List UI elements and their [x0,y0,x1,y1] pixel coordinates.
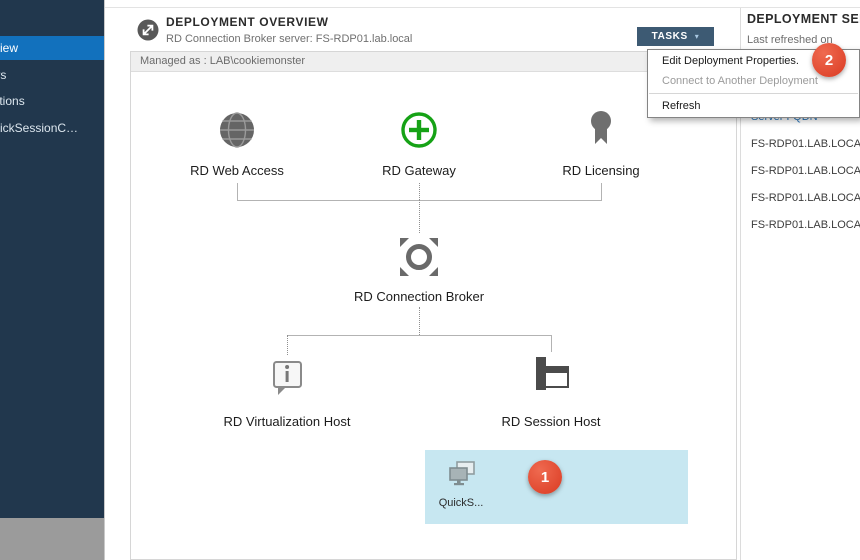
node-label-gateway: RD Gateway [382,163,456,178]
menu-item-refresh[interactable]: Refresh [648,96,859,116]
deployment-overview-icon [136,18,160,42]
tasks-button-label: TASKS [652,31,688,42]
connector-line [551,335,552,352]
connector-line [601,183,602,200]
sidebar-item-collections[interactable]: Collections [0,89,104,113]
collection-name-label: QuickS... [439,497,484,509]
connection-broker-icon[interactable] [395,233,443,286]
server-row[interactable]: FS-RDP01.LAB.LOCAL [751,192,860,204]
node-label-session-host: RD Session Host [502,414,601,429]
info-icon[interactable] [265,355,309,404]
sidebar-footer [0,518,104,560]
add-gateway-icon[interactable] [399,110,439,155]
node-label-licensing: RD Licensing [562,163,639,178]
connector-line [419,183,420,200]
certificate-icon[interactable] [579,106,623,155]
managed-as-bar: Managed as : LAB\cookiemonster [131,52,736,72]
sidebar-item-label: Servers [0,63,6,87]
server-icon[interactable] [528,352,574,403]
connector-line [287,335,552,336]
sidebar-item-quicksessioncollection[interactable]: QuickSessionCollection [0,115,104,139]
sidebar-item-label: Overview [0,36,18,60]
annotation-badge-2: 2 [812,43,846,77]
connector-line [419,200,420,233]
server-row[interactable]: FS-RDP01.LAB.LOCAL [751,165,860,177]
nav-divider [104,0,105,560]
tasks-button[interactable]: TASKS ▾ [637,27,714,46]
sidebar-item-label: QuickSessionCollection [0,116,80,139]
menu-separator [649,93,858,94]
connector-line [419,307,420,335]
sidebar-item-overview[interactable]: Overview [0,36,104,60]
connector-line [287,335,288,355]
node-label-virtualization-host: RD Virtualization Host [224,414,351,429]
panel-title: DEPLOYMENT SERVERS [747,12,860,26]
connector-line [237,183,238,200]
server-row[interactable]: FS-RDP01.LAB.LOCAL [751,138,860,150]
monitors-icon [445,458,479,492]
node-label-connection-broker: RD Connection Broker [354,289,484,304]
annotation-badge-1: 1 [528,460,562,494]
sidebar-item-label: Collections [0,89,25,113]
chevron-down-icon: ▾ [695,32,700,41]
globe-icon[interactable] [215,108,259,157]
nav-sidebar: Overview Servers Collections QuickSessio… [0,0,104,560]
server-row[interactable]: FS-RDP01.LAB.LOCAL [751,219,860,231]
sidebar-item-servers[interactable]: Servers [0,63,104,87]
page-title: DEPLOYMENT OVERVIEW [166,15,329,29]
broker-server-subtitle: RD Connection Broker server: FS-RDP01.la… [166,33,412,45]
node-label-web-access: RD Web Access [190,163,284,178]
